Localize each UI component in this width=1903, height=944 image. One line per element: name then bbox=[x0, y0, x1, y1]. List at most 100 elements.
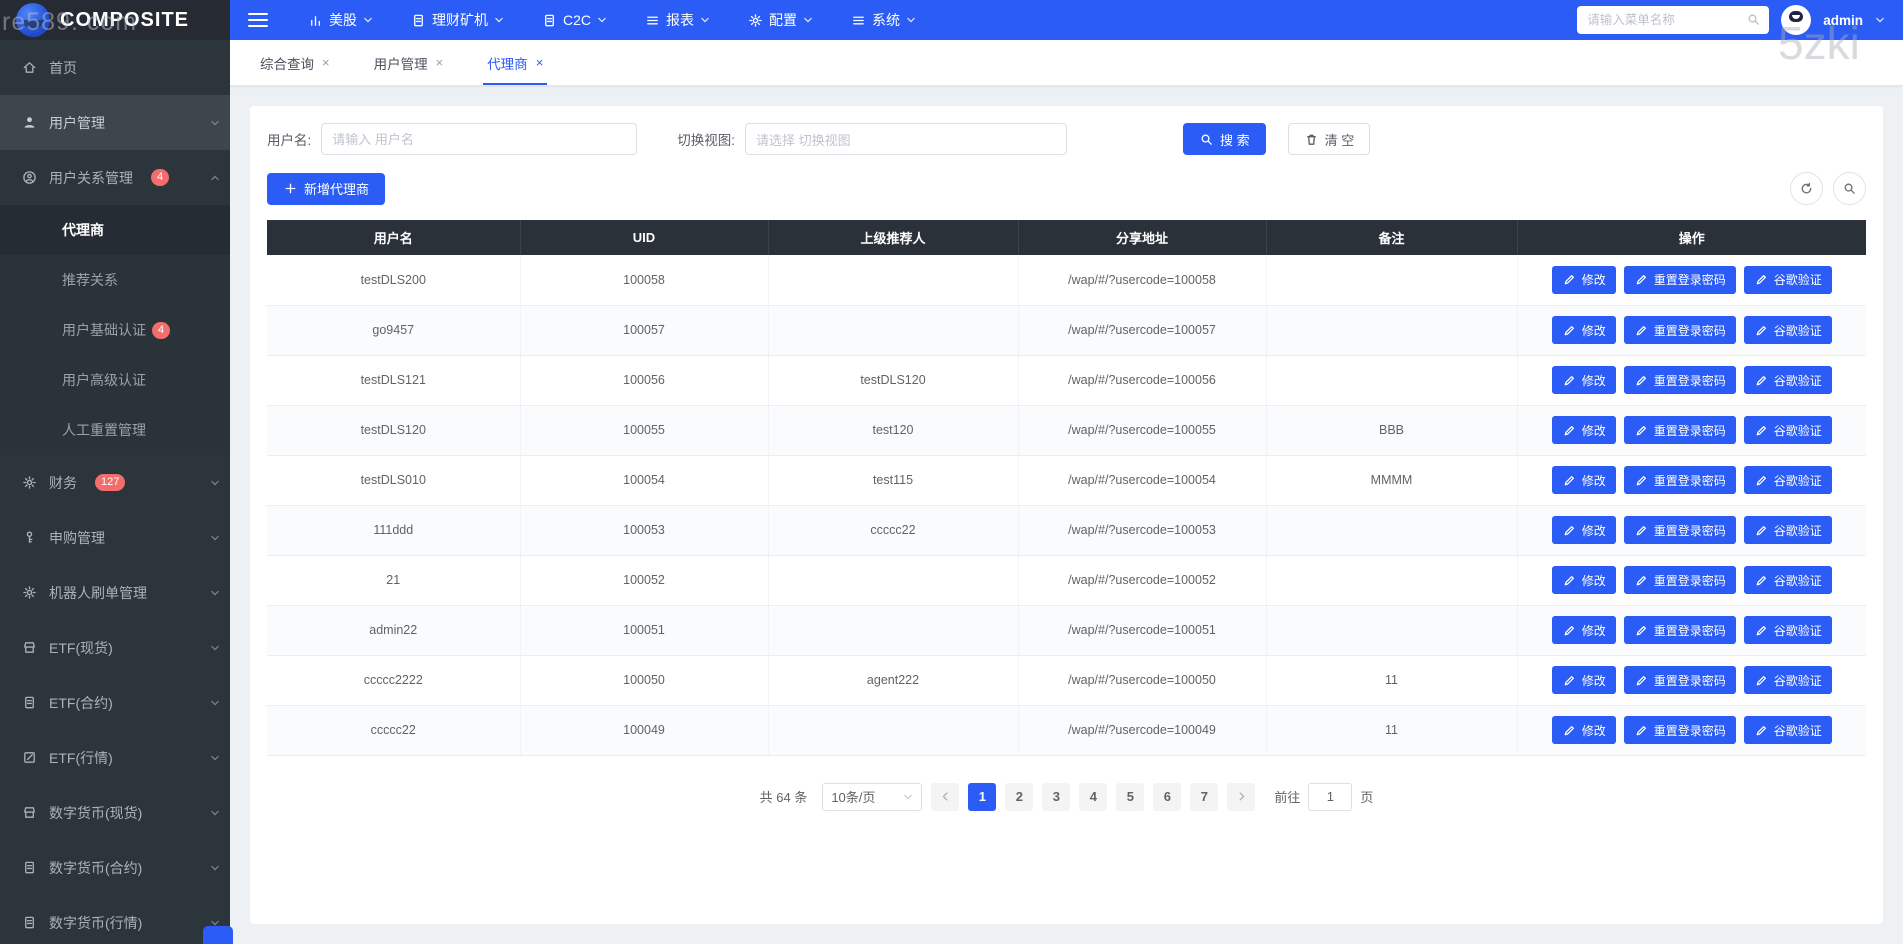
switch-view-select[interactable]: 请选择 切换视图 bbox=[745, 123, 1068, 155]
menu-search-input[interactable] bbox=[1577, 6, 1770, 34]
column-header: 备注 bbox=[1266, 220, 1518, 255]
sidebar-item-7[interactable]: ETF(现货) bbox=[0, 620, 230, 675]
sidebar-item-2[interactable]: 用户管理 bbox=[0, 95, 230, 150]
nav-item-6[interactable]: 系统 bbox=[851, 10, 916, 30]
username-cell: testDLS120 bbox=[267, 405, 521, 456]
sidebar-item-5[interactable]: 申购管理 bbox=[0, 510, 230, 565]
reset-password-button[interactable]: 重置登录密码 bbox=[1623, 366, 1736, 394]
nav-item-3[interactable]: C2C bbox=[542, 12, 607, 28]
sidebar-item-6[interactable]: 机器人刷单管理 bbox=[0, 565, 230, 620]
reset-password-button[interactable]: 重置登录密码 bbox=[1623, 316, 1736, 344]
uid-cell: 100057 bbox=[520, 305, 769, 356]
reset-password-button[interactable]: 重置登录密码 bbox=[1623, 616, 1736, 644]
sidebar-subitem-1[interactable]: 代理商 bbox=[0, 205, 230, 255]
page-button-6[interactable]: 6 bbox=[1153, 782, 1182, 811]
hamburger-menu-icon[interactable] bbox=[248, 13, 268, 27]
note-cell: 11 bbox=[1266, 705, 1518, 756]
tab-close-icon[interactable]: × bbox=[536, 55, 544, 70]
page-button-2[interactable]: 2 bbox=[1005, 782, 1034, 811]
sidebar-subitem-5[interactable]: 人工重置管理 bbox=[0, 405, 230, 455]
user-name[interactable]: admin bbox=[1823, 13, 1863, 28]
google-verify-button[interactable]: 谷歌验证 bbox=[1743, 716, 1832, 744]
search-button[interactable]: 搜 索 bbox=[1183, 123, 1266, 155]
chevron-down-icon[interactable] bbox=[1875, 15, 1885, 25]
edit-button[interactable]: 修改 bbox=[1551, 265, 1616, 294]
edit-button[interactable]: 修改 bbox=[1551, 416, 1616, 444]
referrer-cell bbox=[768, 605, 1019, 656]
reset-password-button[interactable]: 重置登录密码 bbox=[1623, 666, 1736, 694]
tab-1[interactable]: 综合查询 × bbox=[260, 40, 330, 85]
sidebar-item-label: 用户关系管理 bbox=[49, 169, 133, 186]
google-verify-button[interactable]: 谷歌验证 bbox=[1743, 366, 1832, 394]
tab-close-icon[interactable]: × bbox=[322, 55, 330, 70]
reset-password-button[interactable]: 重置登录密码 bbox=[1623, 566, 1736, 594]
edit-button[interactable]: 修改 bbox=[1551, 666, 1616, 694]
google-verify-button[interactable]: 谷歌验证 bbox=[1743, 316, 1832, 344]
search-icon[interactable] bbox=[1746, 12, 1761, 27]
tab-2[interactable]: 用户管理 × bbox=[374, 40, 444, 85]
google-verify-button[interactable]: 谷歌验证 bbox=[1743, 265, 1832, 294]
nav-item-5[interactable]: 配置 bbox=[748, 10, 813, 30]
page-button-3[interactable]: 3 bbox=[1042, 782, 1071, 811]
nav-item-1[interactable]: 美股 bbox=[308, 10, 373, 30]
sidebar-item-1[interactable]: 首页 bbox=[0, 40, 230, 95]
app-window: COMPOSITE 美股理财矿机C2C报表配置系统 admin 首页用户管理用户… bbox=[0, 0, 1903, 944]
avatar[interactable] bbox=[1781, 5, 1812, 35]
reset-password-button[interactable]: 重置登录密码 bbox=[1623, 466, 1736, 494]
reset-password-button[interactable]: 重置登录密码 bbox=[1623, 716, 1736, 744]
sidebar-subitem-4[interactable]: 用户高级认证 bbox=[0, 355, 230, 405]
page-size-select[interactable]: 10条/页 bbox=[822, 782, 923, 811]
clear-button[interactable]: 清 空 bbox=[1287, 123, 1371, 155]
reset-password-button[interactable]: 重置登录密码 bbox=[1623, 265, 1736, 294]
nav-item-2[interactable]: 理财矿机 bbox=[411, 10, 504, 30]
edit-button[interactable]: 修改 bbox=[1551, 716, 1616, 744]
reset-password-button[interactable]: 重置登录密码 bbox=[1623, 416, 1736, 444]
google-verify-button[interactable]: 谷歌验证 bbox=[1743, 616, 1832, 644]
sidebar-subitem-2[interactable]: 推荐关系 bbox=[0, 255, 230, 305]
google-verify-button[interactable]: 谷歌验证 bbox=[1743, 416, 1832, 444]
sidebar-item-10[interactable]: 数字货币(现货) bbox=[0, 785, 230, 840]
next-page-button[interactable] bbox=[1227, 782, 1256, 811]
edit-button[interactable]: 修改 bbox=[1551, 466, 1616, 494]
edit-button[interactable]: 修改 bbox=[1551, 616, 1616, 644]
username-cell: testDLS010 bbox=[267, 455, 521, 506]
share-url-cell: /wap/#/?usercode=100052 bbox=[1018, 555, 1267, 606]
sidebar-subitem-3[interactable]: 用户基础认证 4 bbox=[0, 305, 230, 355]
edit-button[interactable]: 修改 bbox=[1551, 316, 1616, 344]
sidebar-item-9[interactable]: ETF(行情) bbox=[0, 730, 230, 785]
nav-item-label: 系统 bbox=[872, 12, 901, 28]
referrer-cell bbox=[768, 555, 1019, 606]
sidebar-item-3[interactable]: 用户关系管理 4 bbox=[0, 150, 230, 205]
goto-page-input[interactable] bbox=[1308, 782, 1353, 811]
username-input[interactable] bbox=[321, 123, 638, 155]
google-verify-button[interactable]: 谷歌验证 bbox=[1743, 466, 1832, 494]
sidebar-submenu: 代理商推荐关系用户基础认证 4 用户高级认证 人工重置管理 bbox=[0, 205, 230, 455]
page-button-1[interactable]: 1 bbox=[968, 782, 997, 811]
page-button-4[interactable]: 4 bbox=[1079, 782, 1108, 811]
edit-button[interactable]: 修改 bbox=[1551, 566, 1616, 594]
google-verify-button[interactable]: 谷歌验证 bbox=[1743, 666, 1832, 694]
prev-page-button[interactable] bbox=[931, 782, 960, 811]
edit-button[interactable]: 修改 bbox=[1551, 516, 1616, 544]
search-toggle-button[interactable] bbox=[1833, 172, 1866, 205]
page-button-7[interactable]: 7 bbox=[1190, 782, 1219, 811]
uid-cell: 100053 bbox=[520, 505, 769, 556]
reset-password-button[interactable]: 重置登录密码 bbox=[1623, 516, 1736, 544]
tab-close-icon[interactable]: × bbox=[436, 55, 444, 70]
sidebar-subitem-label: 推荐关系 bbox=[62, 272, 118, 288]
nav-item-4[interactable]: 报表 bbox=[645, 10, 710, 30]
edit-button[interactable]: 修改 bbox=[1551, 366, 1616, 394]
pen-icon bbox=[1562, 473, 1577, 488]
page-button-5[interactable]: 5 bbox=[1116, 782, 1145, 811]
pen-icon bbox=[1754, 723, 1769, 738]
username-cell: ccccc22 bbox=[267, 705, 521, 756]
sidebar-item-8[interactable]: ETF(合约) bbox=[0, 675, 230, 730]
refresh-button[interactable] bbox=[1790, 172, 1823, 205]
sidebar-item-12[interactable]: 数字货币(行情) bbox=[0, 895, 230, 944]
google-verify-button[interactable]: 谷歌验证 bbox=[1743, 566, 1832, 594]
sidebar-item-4[interactable]: 财务 127 bbox=[0, 455, 230, 510]
google-verify-button[interactable]: 谷歌验证 bbox=[1743, 516, 1832, 544]
add-agent-button[interactable]: 新增代理商 bbox=[267, 172, 386, 205]
tab-3[interactable]: 代理商 × bbox=[483, 40, 548, 85]
sidebar-item-11[interactable]: 数字货币(合约) bbox=[0, 840, 230, 895]
